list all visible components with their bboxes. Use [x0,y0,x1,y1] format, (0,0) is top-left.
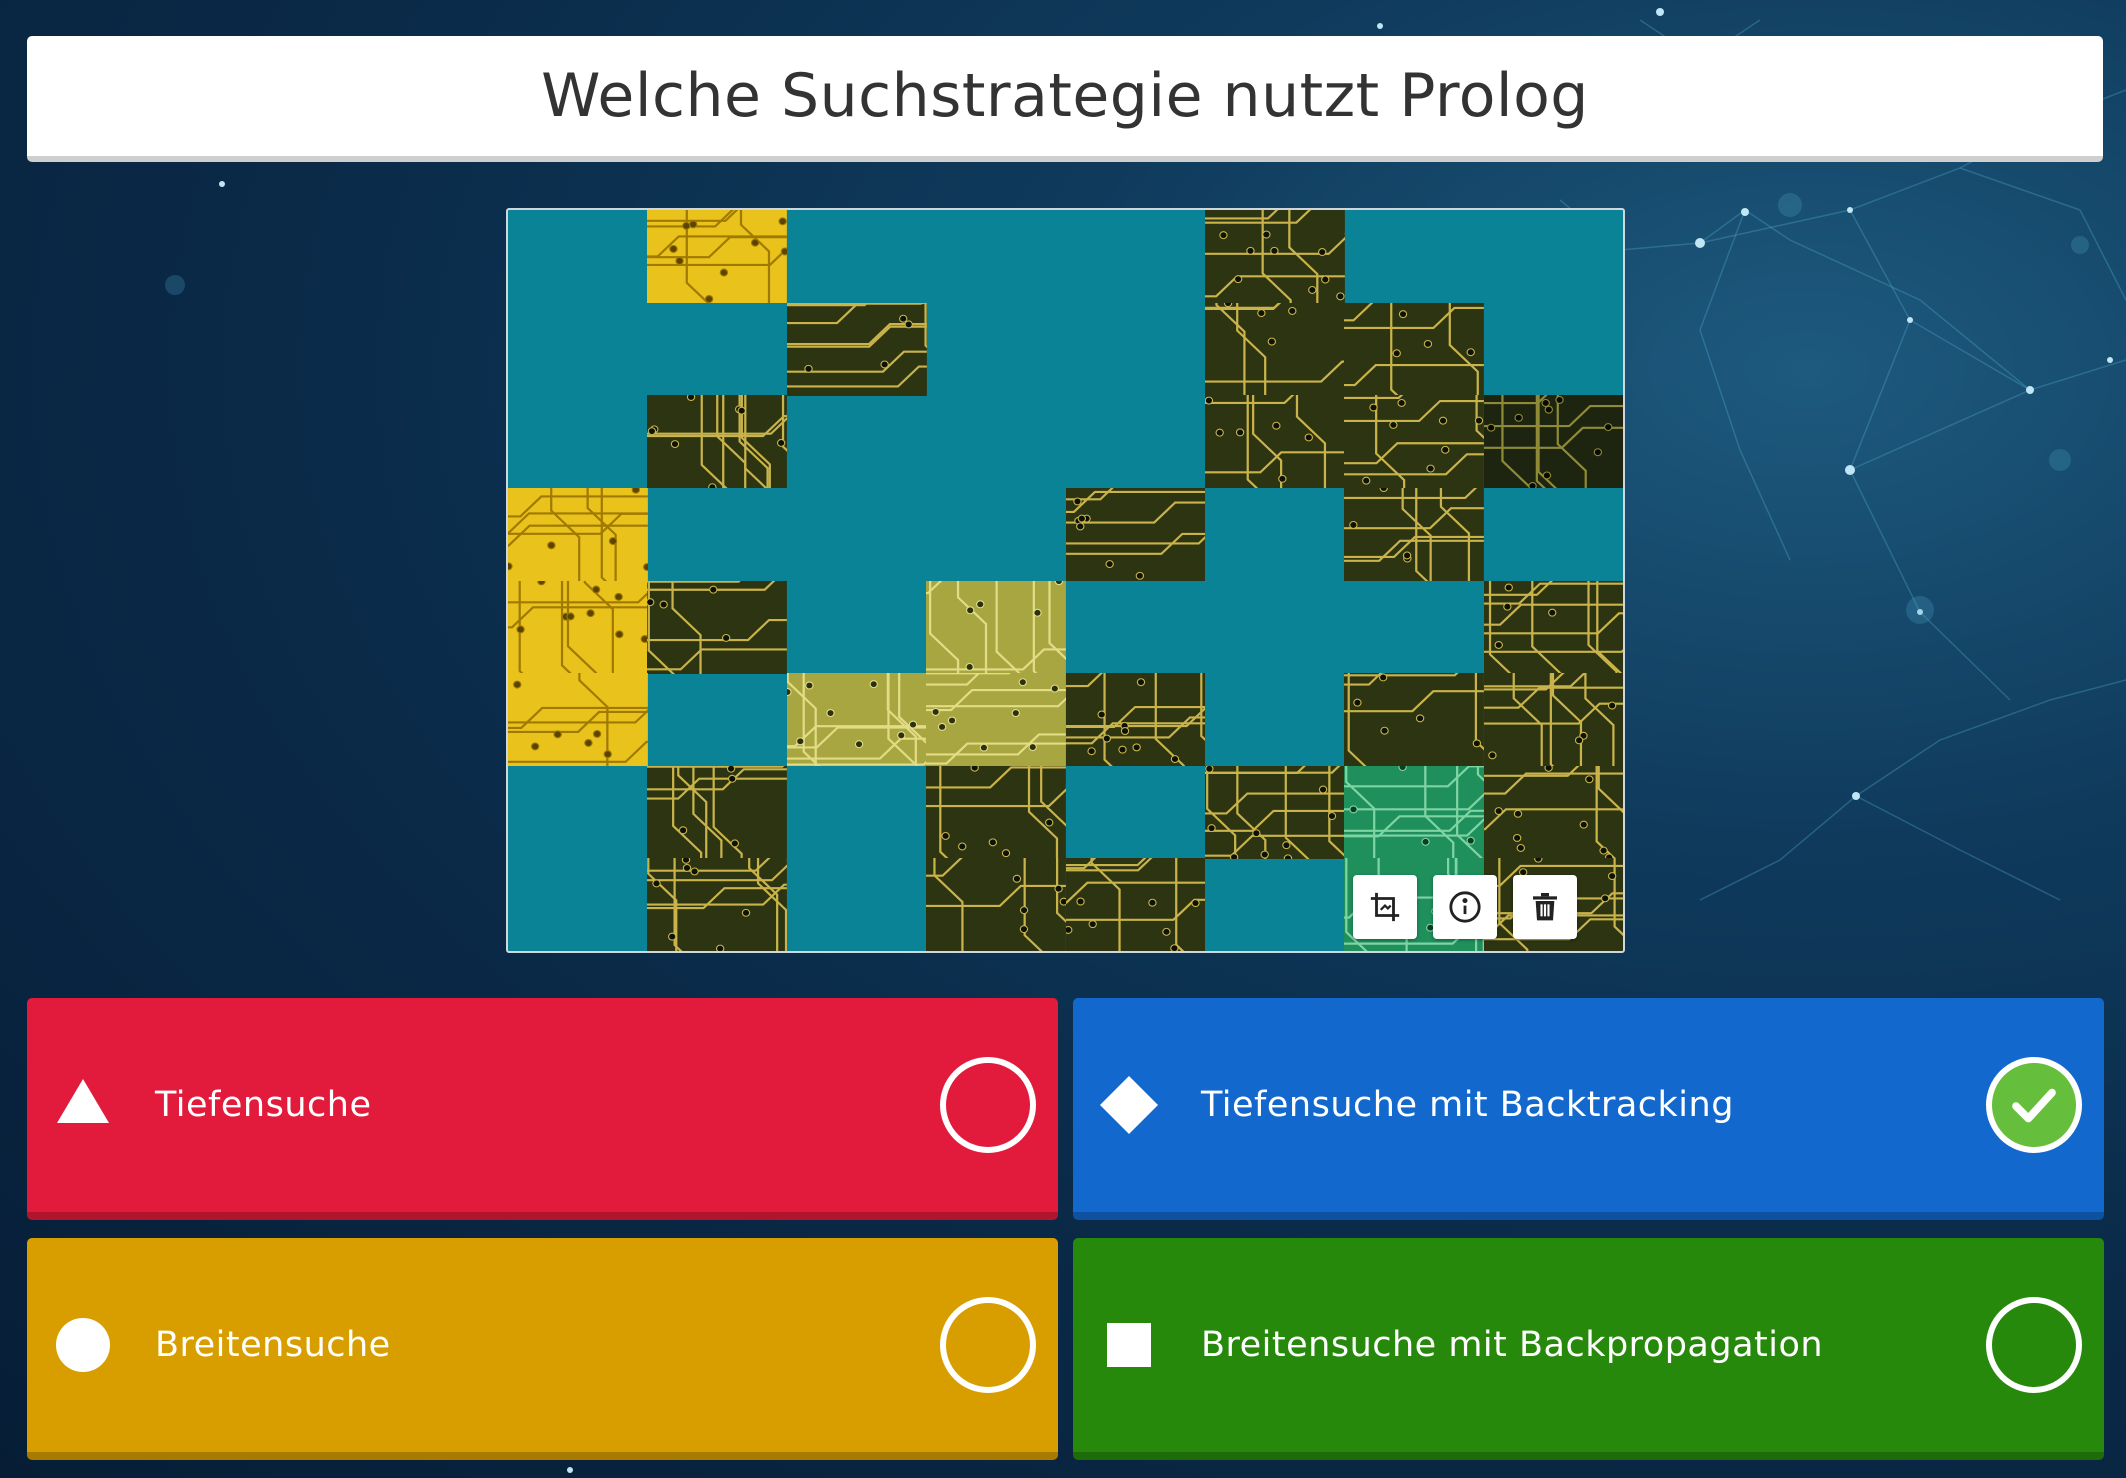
answer-button-triangle[interactable]: Tiefensuche [27,998,1058,1220]
puzzle-tile [1204,765,1345,859]
puzzle-tile [786,673,927,767]
checkmark-icon [2012,1088,2056,1123]
puzzle-tile [1344,673,1485,767]
puzzle-tile [1483,765,1623,859]
puzzle-tile [1065,673,1206,767]
puzzle-tile [1483,673,1623,767]
puzzle-tile [1344,302,1485,396]
puzzle-tile [1344,487,1485,581]
question-title: Welche Suchstrategie nutzt Prolog [541,61,1589,131]
puzzle-tile [926,765,1066,859]
delete-image-button[interactable] [1513,875,1577,939]
answer-button-diamond[interactable]: Tiefensuche mit Backtracking [1073,998,2104,1220]
answer-button-circle[interactable]: Breitensuche [27,1238,1058,1460]
puzzle-tile [508,673,648,767]
puzzle-tile [1065,858,1206,951]
puzzle-tile [1204,210,1345,304]
puzzle-tile [1483,580,1623,674]
diamond-icon [1100,1076,1158,1134]
answer-correct-toggle[interactable] [940,1297,1036,1393]
info-icon [1449,891,1481,923]
puzzle-tile [926,858,1066,951]
puzzle-tile [508,580,648,674]
puzzle-tile [508,487,648,581]
puzzle-tile [1344,395,1485,489]
answer-label: Breitensuche [155,1325,391,1365]
puzzle-tile [647,580,788,674]
puzzle-tile [926,580,1066,674]
puzzle-tile [786,302,927,396]
puzzle-tile [1065,487,1206,581]
answer-label: Breitensuche mit Backpropagation [1201,1325,1824,1365]
puzzle-tile [1204,395,1345,489]
question-title-bar: Welche Suchstrategie nutzt Prolog [27,36,2103,162]
question-image[interactable] [506,208,1625,953]
triangle-icon [57,1079,109,1123]
puzzle-tile [647,395,788,489]
puzzle-tile [1483,395,1623,489]
trash-icon [1533,893,1557,921]
crop-image-icon [1370,892,1400,922]
answer-correct-toggle[interactable] [940,1057,1036,1153]
puzzle-tile [647,210,788,304]
circuit-board-puzzle-image [508,210,1623,951]
puzzle-tile [647,858,788,951]
answer-label: Tiefensuche mit Backtracking [1201,1085,1734,1125]
crop-image-button[interactable] [1353,875,1417,939]
answer-correct-toggle[interactable] [1986,1297,2082,1393]
puzzle-tile [1204,302,1345,396]
answer-button-square[interactable]: Breitensuche mit Backpropagation [1073,1238,2104,1460]
circle-icon [56,1318,110,1372]
square-icon [1107,1323,1151,1367]
answer-label: Tiefensuche [155,1085,372,1125]
image-info-button[interactable] [1433,875,1497,939]
image-toolbar [1353,875,1577,939]
answer-correct-toggle[interactable] [1986,1057,2082,1153]
puzzle-tile [647,765,788,859]
puzzle-tile [926,673,1066,767]
puzzle-tile [1344,765,1485,859]
